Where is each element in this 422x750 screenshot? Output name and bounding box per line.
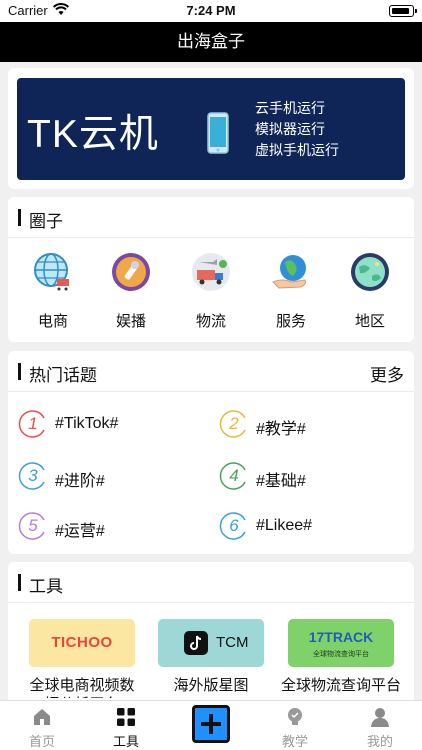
banner-line: 云手机运行 <box>255 100 325 116</box>
status-bar: Carrier 7:24 PM <box>0 0 422 22</box>
banner-title: TK云机 <box>27 113 159 156</box>
topic-number: 1 <box>28 414 38 433</box>
hot-topics-header: 热门话题 更多 <box>8 351 414 392</box>
tools-section: 工具 TICHOO 全球电商视频数据分析平台 TCM 海外版星图 17TRACK… <box>8 562 414 712</box>
tool-item-tichoo[interactable]: TICHOO 全球电商视频数据分析平台 <box>25 619 139 698</box>
truck-icon <box>192 253 230 291</box>
hot-topics-section: 热门话题 更多 1 #TikTok# 2 #教学# 3 #进阶# 4 #基础# … <box>8 351 414 554</box>
topic-item[interactable]: 3 #进阶# <box>18 461 198 495</box>
banner-card: TK云机 云手机运行 模拟器运行 虚拟手机运行 <box>8 68 414 189</box>
logo-text: 17TRACK <box>308 629 374 645</box>
page-title: 出海盒子 <box>177 32 245 51</box>
hand-globe-icon <box>272 255 306 289</box>
circle-item-entertainment[interactable]: 娱播 <box>101 252 161 331</box>
circles-header: 圈子 <box>8 197 414 238</box>
circle-item-logistics[interactable]: 物流 <box>181 252 241 331</box>
status-time: 7:24 PM <box>186 3 236 18</box>
circle-item-region[interactable]: 地区 <box>340 252 400 331</box>
banner-line: 虚拟手机运行 <box>255 142 339 158</box>
topic-number: 4 <box>229 466 239 485</box>
tool-name: 海外版星图 <box>173 677 249 694</box>
topic-label: #TikTok# <box>55 415 119 432</box>
tab-label: 首页 <box>28 734 55 749</box>
microphone-icon <box>112 253 150 291</box>
circle-label: 娱播 <box>115 313 146 330</box>
circle-item-ecommerce[interactable]: 电商 <box>23 252 83 331</box>
banner-feature-list: 云手机运行 模拟器运行 虚拟手机运行 <box>255 98 339 161</box>
tools-title: 工具 <box>29 577 63 596</box>
circle-label: 电商 <box>37 313 68 330</box>
topic-item[interactable]: 1 #TikTok# <box>18 409 198 443</box>
tiktok-icon <box>184 631 208 655</box>
tcm-logo: TCM <box>158 619 264 667</box>
logo-text: TCM <box>216 634 249 651</box>
circle-label: 物流 <box>195 313 226 330</box>
tool-item-17track[interactable]: 17TRACK 全球物流查询平台 全球物流查询平台 <box>280 619 402 695</box>
circle-label: 服务 <box>275 313 306 330</box>
globe-cart-icon <box>34 253 69 291</box>
circle-item-service[interactable]: 服务 <box>261 252 321 331</box>
section-bar <box>18 363 21 380</box>
banner-line: 模拟器运行 <box>255 121 325 137</box>
tool-name: 全球物流查询平台 <box>280 677 401 694</box>
grid-icon <box>117 708 135 726</box>
tab-tools[interactable]: 工具 <box>84 701 168 750</box>
tk-cloud-banner[interactable]: TK云机 云手机运行 模拟器运行 虚拟手机运行 <box>17 78 405 180</box>
tichoo-logo: TICHOO <box>29 619 135 667</box>
topic-item[interactable]: 2 #教学# <box>219 409 399 443</box>
planet-icon <box>351 253 389 291</box>
topic-number: 5 <box>28 516 38 535</box>
tab-mine[interactable]: 我的 <box>338 701 422 750</box>
logo-text: TICHOO <box>51 634 113 651</box>
tab-teaching[interactable]: 教学 <box>253 701 337 750</box>
nav-bar: 出海盒子 <box>0 22 422 62</box>
topic-label: #基础# <box>256 473 306 490</box>
tab-home[interactable]: 首页 <box>0 701 84 750</box>
topic-item[interactable]: 5 #运营# <box>18 511 198 545</box>
circles-section: 圈子 电商 娱播 物流 服务 地区 <box>8 197 414 342</box>
topic-label: #Likee# <box>256 517 313 534</box>
user-icon <box>371 708 389 727</box>
section-bar <box>18 574 21 591</box>
tab-label: 工具 <box>112 734 139 749</box>
topic-item[interactable]: 6 #Likee# <box>219 511 399 545</box>
topic-number: 2 <box>229 414 239 433</box>
logo-subtext: 全球物流查询平台 <box>313 651 369 658</box>
hot-topics-title: 热门话题 <box>29 366 97 385</box>
tab-label: 教学 <box>281 734 308 749</box>
topic-item[interactable]: 4 #基础# <box>219 461 399 495</box>
topic-label: #教学# <box>256 421 306 438</box>
phone-icon <box>207 112 229 154</box>
lightbulb-icon <box>288 708 302 725</box>
topic-label: #进阶# <box>55 473 105 490</box>
tab-label: 我的 <box>366 734 393 749</box>
topic-number: 3 <box>28 466 38 485</box>
circles-title: 圈子 <box>29 212 63 231</box>
battery-icon <box>389 5 417 17</box>
plus-icon[interactable] <box>192 705 230 743</box>
tool-name: 全球电商视频数据分析平台 <box>29 677 135 698</box>
circle-label: 地区 <box>354 313 385 330</box>
tool-item-tcm[interactable]: TCM 海外版星图 <box>156 619 266 695</box>
topic-number: 6 <box>229 516 239 535</box>
tools-header: 工具 <box>8 562 414 603</box>
17track-logo: 17TRACK 全球物流查询平台 <box>288 619 394 667</box>
more-button[interactable]: 更多 <box>370 361 404 386</box>
topic-label: #运营# <box>55 523 105 540</box>
home-icon <box>34 709 50 725</box>
section-bar <box>18 209 21 226</box>
